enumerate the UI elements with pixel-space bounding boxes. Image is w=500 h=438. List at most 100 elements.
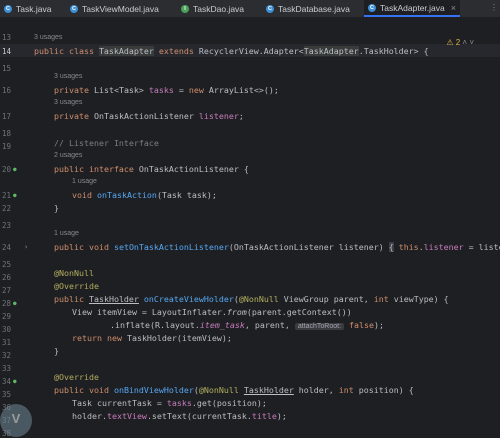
usage-hint[interactable]: 3 usages (34, 34, 62, 41)
field: tasks (148, 85, 174, 95)
line-number: 29 (1, 312, 11, 321)
line-number: 34 (1, 377, 11, 386)
code-text: ); (374, 320, 385, 330)
code-line: public interface OnTaskActionListener { (54, 164, 249, 174)
tab-taskviewmodel-java[interactable]: C TaskViewModel.java (70, 0, 159, 17)
more-tabs-icon[interactable]: ⋮ (490, 3, 498, 12)
keyword: public (54, 294, 89, 304)
warning-count: 2 (455, 38, 461, 47)
code-line: public TaskHolder onCreateViewHolder(@No… (54, 294, 449, 304)
keyword: false (344, 320, 375, 330)
tab-taskdatabase-java[interactable]: C TaskDatabase.java (266, 0, 350, 17)
line-number: 13 (1, 33, 11, 42)
usage-hint[interactable]: 1 usage (72, 178, 97, 185)
code-line: } (54, 203, 59, 213)
code-text: .inflate(R.layout. (110, 320, 200, 330)
keyword: public class (34, 46, 99, 56)
method-name: onCreateViewHolder (143, 294, 234, 304)
line-number: 14 (1, 47, 11, 56)
code-line: private OnTaskActionListener listener; (54, 111, 244, 121)
watermark-logo: V (0, 404, 32, 437)
inspection-widget[interactable]: ⚠ 2 ˄ ˅ (446, 38, 474, 47)
keyword: this (393, 242, 419, 252)
code-line: holder.textView.setText(currentTask.titl… (72, 411, 287, 421)
line-number: 20 (1, 165, 11, 174)
line-number: 23 (1, 221, 11, 230)
line-number: 30 (1, 325, 11, 334)
annotation: @Override (54, 281, 99, 291)
warning-icon: ⚠ (446, 38, 454, 47)
editor-tab-bar: C Task.java C TaskViewModel.java I TaskD… (0, 0, 500, 18)
tab-taskadapter-java[interactable]: C TaskAdapter.java × (364, 0, 460, 17)
code-text: holder. (72, 411, 107, 421)
line-number: 28 (1, 299, 11, 308)
code-text: ViewGroup parent, (278, 294, 374, 304)
keyword: private (54, 85, 94, 95)
keyword: extends (153, 46, 199, 56)
class-name: TaskAdapter (98, 46, 154, 56)
line-number: 26 (1, 273, 11, 282)
method-name: from (226, 307, 247, 317)
close-icon[interactable]: × (451, 3, 456, 13)
override-icon[interactable]: ● (13, 300, 20, 307)
annotation: @NonNull (54, 268, 94, 278)
code-text: holder, (293, 385, 339, 395)
class-icon: C (70, 4, 78, 13)
annotation: @NonNull (198, 385, 239, 395)
class-icon: C (266, 4, 274, 13)
code-text: = (173, 85, 189, 95)
code-text: .setText(currentTask. (146, 411, 252, 421)
code-editor[interactable]: ⚠ 2 ˄ ˅ 13 14 15 16 17 18 19 20 21 22 23… (0, 18, 500, 438)
field: textView (106, 411, 147, 421)
chevron-up-icon[interactable]: ˄ (462, 38, 467, 47)
override-icon[interactable]: ● (13, 378, 20, 385)
code-line: Task currentTask = tasks.get(position); (72, 398, 267, 408)
code-text: RecyclerView.Adapter< (198, 46, 304, 56)
keyword: void (72, 190, 97, 200)
method-name: onBindViewHolder (113, 385, 194, 395)
code-text: .TaskHolder> { (358, 46, 429, 56)
code-text: Task currentTask = (72, 398, 167, 408)
keyword: int (338, 385, 359, 395)
line-number: 33 (1, 364, 11, 373)
implement-icon[interactable]: ● (13, 166, 20, 173)
usage-hint[interactable]: 3 usages (54, 99, 82, 106)
class-name: TaskAdapter (303, 46, 359, 56)
code-line: public void onBindViewHolder(@NonNull Ta… (54, 385, 414, 395)
field: tasks (166, 398, 192, 408)
tab-label: TaskDao.java (193, 3, 245, 14)
code-text: ArrayList<>(); (208, 85, 279, 95)
code-text: OnTaskActionListener (93, 111, 199, 121)
line-number: 31 (1, 338, 11, 347)
usage-hint[interactable]: 1 usage (54, 230, 79, 237)
line-number: 18 (1, 129, 11, 138)
tab-taskdao-java[interactable]: I TaskDao.java (181, 0, 244, 17)
code-line: public void setOnTaskActionListener(OnTa… (54, 242, 500, 252)
parameter-hint: attachToRoot: (294, 323, 345, 330)
line-number: 16 (1, 86, 11, 95)
tab-task-java[interactable]: C Task.java (4, 0, 51, 17)
code-text: viewType) { (393, 294, 449, 304)
keyword: int (373, 294, 394, 304)
usage-hint[interactable]: 3 usages (54, 73, 82, 80)
tab-label: TaskDatabase.java (278, 3, 350, 14)
annotation: @NonNull (238, 294, 279, 304)
line-number: 19 (1, 142, 11, 151)
interface-icon: I (181, 4, 189, 13)
fold-chevron-icon[interactable]: › (24, 243, 28, 251)
code-text: OnTaskActionListener { (138, 164, 249, 174)
comment: // Listener Interface (54, 138, 159, 148)
usage-hint[interactable]: 2 usages (54, 152, 82, 159)
line-number: 15 (1, 64, 11, 73)
line-number: 21 (1, 191, 11, 200)
implement-icon[interactable]: ● (13, 192, 20, 199)
field: listener (423, 242, 464, 252)
line-number: 25 (1, 260, 11, 269)
tab-label: Task.java (16, 3, 52, 14)
method-name: onTaskAction (96, 190, 157, 200)
chevron-down-icon[interactable]: ˅ (469, 38, 474, 47)
code-text: (OnTaskActionListener listener) (228, 242, 389, 252)
keyword: return new (72, 333, 127, 343)
method-name: setOnTaskActionListener (113, 242, 229, 252)
code-line: return new TaskHolder(itemView); (72, 333, 232, 343)
